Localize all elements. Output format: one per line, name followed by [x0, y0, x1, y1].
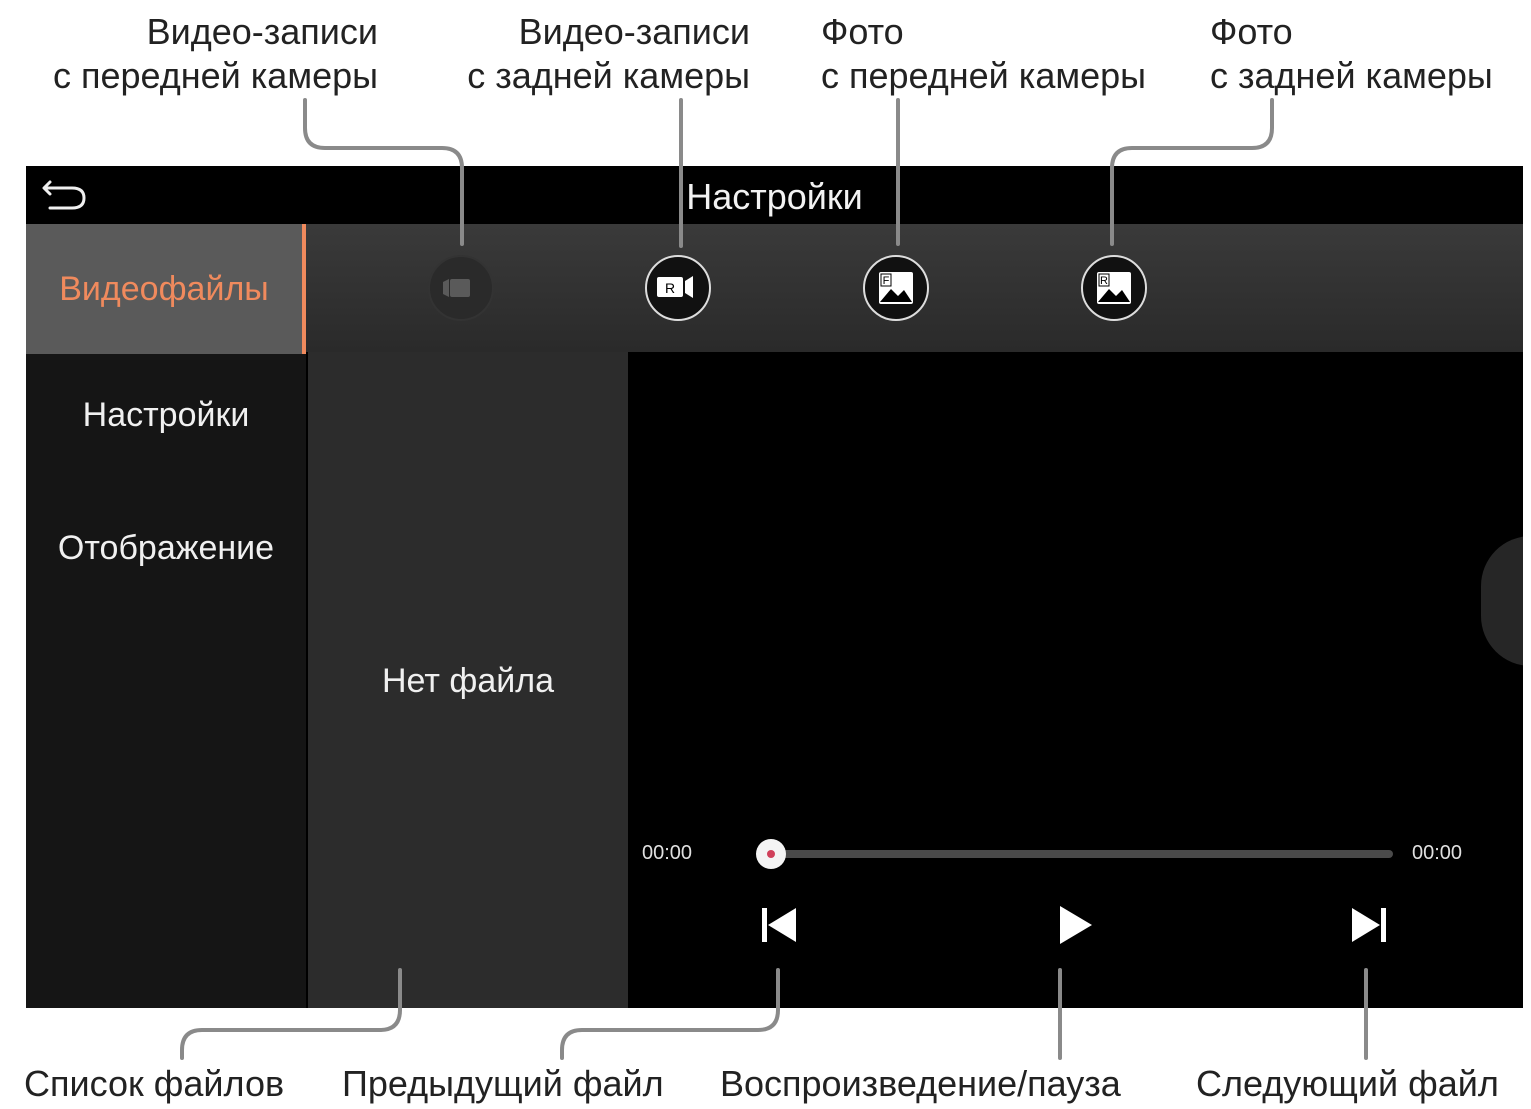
callout-front-video: Видео-записи с передней камеры: [20, 10, 378, 98]
progress-bar[interactable]: [768, 850, 1393, 858]
rear-photo-tab[interactable]: R: [1081, 255, 1147, 321]
file-list-panel[interactable]: Нет файла: [308, 352, 628, 1008]
rear-video-tab[interactable]: R: [645, 255, 711, 321]
rear-photo-icon: R: [1097, 272, 1131, 304]
front-photo-tab[interactable]: F: [863, 255, 929, 321]
sidebar-item-videofiles[interactable]: Видеофайлы: [26, 224, 306, 354]
callout-rear-photo: Фото с задней камеры: [1210, 10, 1530, 98]
rear-photo-badge: R: [1100, 275, 1108, 287]
callout-front-photo: Фото с передней камеры: [821, 10, 1181, 98]
play-icon[interactable]: [1048, 900, 1098, 950]
video-camera-icon: [443, 279, 470, 297]
callout-rear-video-line1: Видео-записи: [518, 11, 750, 52]
callout-front-video-line2: с передней камеры: [52, 55, 378, 96]
callout-rear-video-line2: с задней камеры: [467, 55, 750, 96]
title-bar: Настройки: [26, 166, 1523, 224]
callout-next-file: Следующий файл: [1196, 1063, 1499, 1104]
time-total: 00:00: [1412, 842, 1463, 864]
callout-rear-photo-line2: с задней камеры: [1210, 55, 1493, 96]
sidebar-item-settings[interactable]: Настройки: [26, 396, 306, 435]
callout-file-list: Список файлов: [24, 1063, 285, 1104]
sidebar: Видеофайлы Настройки Отображение: [26, 224, 306, 1008]
time-current: 00:00: [642, 842, 693, 864]
callout-rear-video: Видео-записи с задней камеры: [430, 10, 750, 98]
rear-video-camera-icon: R: [657, 276, 693, 298]
head-unit-screen: Настройки Видеофайлы Настройки Отображен…: [26, 166, 1523, 1008]
skip-previous-icon[interactable]: [754, 900, 804, 950]
callout-prev-file: Предыдущий файл: [342, 1063, 664, 1104]
callout-play-pause: Воспроизведение/пауза: [720, 1063, 1121, 1104]
skip-next-icon[interactable]: [1344, 900, 1394, 950]
rear-video-badge: R: [665, 280, 675, 296]
sidebar-item-display[interactable]: Отображение: [26, 529, 306, 568]
callout-front-video-line1: Видео-записи: [146, 11, 378, 52]
front-photo-icon: F: [879, 272, 913, 304]
progress-handle[interactable]: [756, 839, 786, 869]
page-title: Настройки: [686, 176, 863, 217]
camera-tab-bar: R F R: [306, 224, 1523, 352]
video-player: 00:00 00:00: [628, 352, 1523, 1008]
front-video-tab[interactable]: [428, 255, 494, 321]
callout-front-photo-line1: Фото: [821, 11, 904, 52]
callout-rear-photo-line1: Фото: [1210, 11, 1293, 52]
no-file-message: Нет файла: [382, 662, 554, 700]
callout-front-photo-line2: с передней камеры: [821, 55, 1147, 96]
front-photo-badge: F: [883, 275, 890, 287]
